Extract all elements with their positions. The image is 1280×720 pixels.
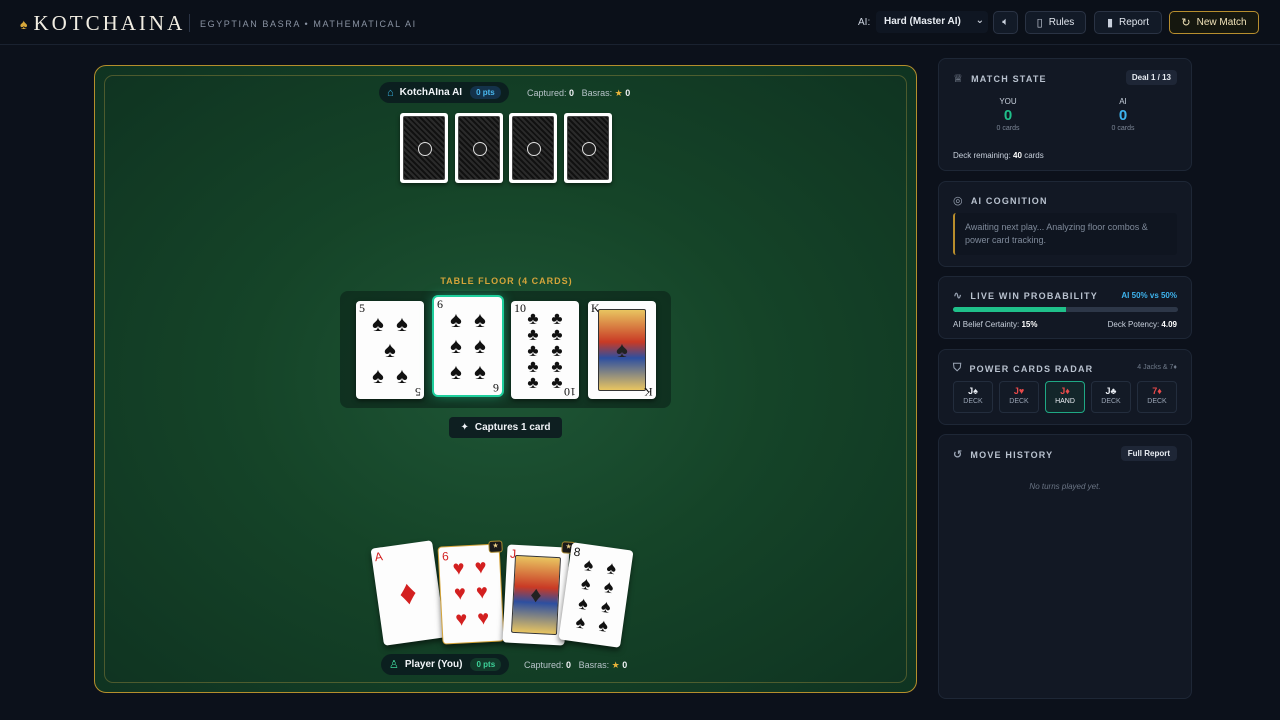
user-icon: ♙	[389, 659, 399, 671]
radar-card: 7♦	[1152, 386, 1162, 396]
bar-chart-icon: ▮	[1106, 17, 1114, 29]
radar-location: DECK	[1147, 398, 1167, 405]
report-button[interactable]: ▮ Report	[1094, 11, 1162, 34]
captures-indicator: ✦ Captures 1 card	[449, 417, 562, 438]
opponent-pill: ⌂ KotchAIna AI 0 pts	[379, 82, 509, 103]
floor-card-highlighted[interactable]: 6 ♠ ♠ ♠ ♠ ♠ ♠ 6	[434, 297, 502, 395]
player-pill: ♙ Player (You) 0 pts	[381, 654, 510, 675]
shield-icon: ⛉	[953, 362, 963, 374]
radar-location: DECK	[1009, 398, 1029, 405]
captures-label: Captures 1 card	[474, 422, 551, 433]
opponent-card-back	[400, 113, 448, 183]
brain-icon: ◎	[953, 195, 964, 207]
jack-face: ♦	[510, 554, 562, 636]
radar-location: HAND	[1055, 398, 1075, 405]
opponent-card-back	[509, 113, 557, 183]
king-face: ♠	[598, 309, 646, 391]
win-probability-panel: ∿ LIVE WIN PROBABILITY AI 50% vs 50% AI B…	[938, 276, 1192, 339]
deal-badge: Deal 1 / 13	[1125, 70, 1177, 85]
full-report-button[interactable]: Full Report	[1120, 446, 1177, 461]
floor-label: TABLE FLOOR (4 CARDS)	[440, 276, 573, 286]
award-icon: ♕	[953, 73, 965, 85]
game-board: ⌂ KotchAIna AI 0 pts Captured: 0 Basras:…	[94, 65, 917, 693]
chevron-down-icon: ⌄	[975, 15, 984, 26]
radar-subtitle: 4 Jacks & 7♦	[1137, 364, 1177, 371]
power-cards-radar-panel: ⛉ POWER CARDS RADAR 4 Jacks & 7♦ J♠ DECK J♥…	[938, 349, 1192, 425]
app-logo: ♠ KOTCHAINA	[20, 11, 185, 36]
probability-summary: AI 50% vs 50%	[1121, 291, 1177, 300]
report-label: Report	[1119, 17, 1150, 28]
floor-card[interactable]: 10 ♣ ♣ ♣ ♣ ♣ ♣ ♣ ♣ ♣ ♣ 10	[511, 301, 579, 399]
player-name: Player (You)	[404, 659, 463, 670]
rules-label: Rules	[1048, 17, 1075, 28]
you-score: YOU 0 0 cards	[996, 97, 1020, 132]
radar-location: DECK	[963, 398, 983, 405]
book-icon: ▯	[1036, 17, 1043, 29]
sparkle-icon: ✦	[460, 422, 469, 433]
divider	[189, 14, 190, 32]
player-points: 0 pts	[470, 658, 502, 671]
radar-card: J♠	[968, 386, 978, 396]
radar-card: J♦	[1060, 386, 1070, 396]
player-stats: Captured: 0 Basras: ★ 0	[524, 660, 628, 670]
rules-button[interactable]: ▯ Rules	[1025, 11, 1086, 34]
star-icon: ★	[614, 88, 623, 98]
radar-chip: J♠ DECK	[953, 381, 993, 413]
floor-card[interactable]: K ♠ K	[588, 301, 656, 399]
empty-history-text: No turns played yet.	[1029, 482, 1101, 491]
radar-chip: J♣ DECK	[1091, 381, 1131, 413]
sound-button[interactable]: 🔈︎	[993, 11, 1018, 34]
move-history-panel: ↺ MOVE HISTORY Full Report No turns playe…	[938, 434, 1192, 699]
history-icon: ↺	[953, 449, 964, 461]
star-icon: ★	[611, 660, 620, 670]
ai-level-value: Hard (Master AI)	[884, 16, 961, 27]
ai-level-select[interactable]: Hard (Master AI) ⌄	[876, 11, 988, 33]
app-title: KOTCHAINA	[33, 11, 186, 35]
match-state-panel: ♕ MATCH STATE Deal 1 / 13 YOU 0 0 cards A…	[938, 58, 1192, 171]
opponent-stats: Captured: 0 Basras: ★ 0	[527, 88, 631, 98]
spade-icon: ♠	[20, 15, 28, 32]
radar-location: DECK	[1101, 398, 1121, 405]
radar-card: J♣	[1105, 386, 1117, 396]
deck-potency: Deck Potency: 4.09	[1107, 320, 1177, 329]
new-match-button[interactable]: ↻ New Match	[1169, 11, 1259, 34]
radar-card: J♥	[1013, 386, 1025, 396]
probability-bar	[953, 307, 1178, 312]
new-match-label: New Match	[1196, 17, 1247, 28]
deck-remaining: Deck remaining: 40 cards	[953, 151, 1044, 160]
ai-level-label: AI:	[858, 17, 871, 28]
app-subtitle: EGYPTIAN BASRA • MATHEMATICAL AI	[200, 19, 417, 29]
opponent-name: KotchAIna AI	[399, 87, 463, 98]
ai-score: AI 0 0 cards	[1111, 97, 1135, 132]
radar-chip: 7♦ DECK	[1137, 381, 1177, 413]
radar-chip: J♦ HAND	[1045, 381, 1085, 413]
activity-icon: ∿	[953, 290, 964, 302]
opponent-points: 0 pts	[470, 86, 501, 99]
top-bar: ♠ KOTCHAINA EGYPTIAN BASRA • MATHEMATICA…	[0, 0, 1280, 45]
floor-card[interactable]: 5 ♠ ♠ ♠ ♠ ♠ 5	[356, 301, 424, 399]
robot-icon: ⌂	[387, 86, 394, 99]
speaker-icon: 🔈︎	[1002, 16, 1009, 28]
hand-card[interactable]: 6 ♥ ♥ ♥ ♥ ♥ ♥ ★	[437, 540, 505, 645]
ai-cognition-panel: ◎ AI COGNITION Awaiting next play... Anal…	[938, 181, 1192, 267]
opponent-card-back	[564, 113, 612, 183]
cognition-text: Awaiting next play... Analyzing floor co…	[953, 213, 1177, 255]
belief-certainty: AI Belief Certainty: 15%	[953, 320, 1038, 329]
power-badge: ★	[488, 540, 503, 554]
probability-fill	[953, 307, 1066, 312]
refresh-icon: ↻	[1181, 17, 1191, 29]
radar-chip: J♥ DECK	[999, 381, 1039, 413]
opponent-card-back	[455, 113, 503, 183]
